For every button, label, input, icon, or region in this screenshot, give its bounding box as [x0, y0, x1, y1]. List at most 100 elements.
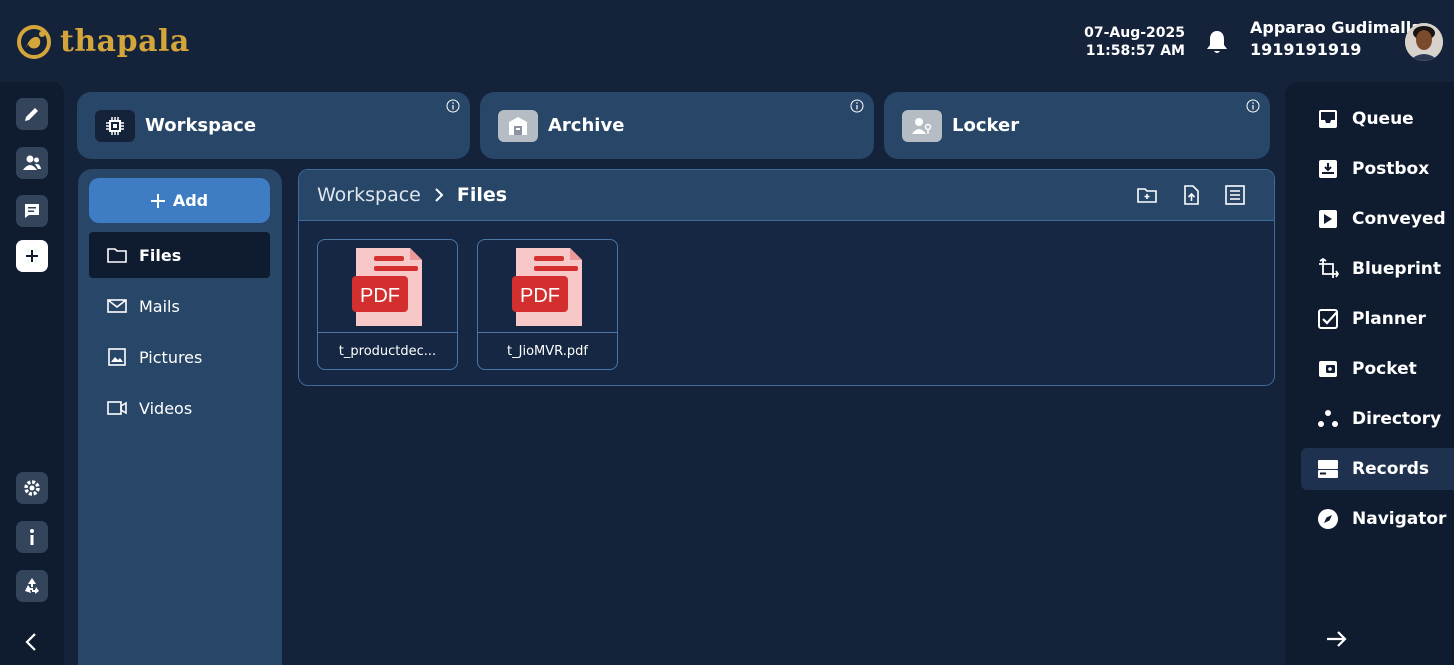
tab-archive[interactable]: Archive [480, 92, 874, 159]
image-icon [108, 348, 126, 366]
right-nav-navigator[interactable]: Navigator [1301, 498, 1454, 540]
compass-icon [1318, 509, 1338, 529]
right-nav-directory[interactable]: Directory [1301, 398, 1454, 440]
current-date: 07-Aug-2025 [1084, 25, 1185, 41]
logo-mark-icon [17, 25, 51, 59]
file-upload-icon [1184, 185, 1199, 205]
compose-button[interactable] [16, 98, 48, 130]
pdf-file-icon: PDF [352, 248, 422, 326]
chat-button[interactable] [16, 195, 48, 227]
user-name: Apparao Gudimalla [1250, 18, 1423, 37]
checkbox-icon [1318, 309, 1338, 329]
file-thumbnail: PDF [478, 240, 617, 333]
right-nav-label: Conveyed [1352, 209, 1446, 229]
info-icon [30, 529, 34, 545]
pencil-icon [25, 108, 38, 121]
tab-locker[interactable]: Locker [884, 92, 1270, 159]
nav-item-videos[interactable]: Videos [89, 385, 270, 431]
info-circle-icon[interactable] [850, 99, 864, 113]
file-name: t_JioMVR.pdf [507, 344, 588, 359]
info-circle-icon[interactable] [446, 99, 460, 113]
tab-workspace[interactable]: Workspace [77, 92, 470, 159]
user-key-icon [902, 109, 942, 142]
info-button[interactable] [16, 521, 48, 553]
files-panel: Workspace Files PDF t_productdec... PDF … [298, 169, 1275, 386]
right-nav-conveyed[interactable]: Conveyed [1301, 198, 1454, 240]
tab-label: Workspace [145, 115, 257, 136]
breadcrumb: Workspace Files [299, 170, 1274, 221]
right-nav-blueprint[interactable]: Blueprint [1301, 248, 1454, 290]
right-nav-label: Navigator [1352, 509, 1447, 529]
recycle-button[interactable] [16, 570, 48, 602]
chip-icon [95, 109, 135, 142]
directory-icon [1318, 410, 1338, 427]
file-card[interactable]: PDF t_JioMVR.pdf [477, 239, 618, 370]
list-view-button[interactable] [1224, 184, 1246, 206]
breadcrumb-root[interactable]: Workspace [317, 184, 421, 206]
contacts-button[interactable] [16, 147, 48, 179]
records-icon [1318, 460, 1338, 478]
nav-item-label: Files [139, 245, 182, 265]
avatar[interactable] [1405, 23, 1443, 61]
nav-item-label: Pictures [139, 347, 203, 367]
upload-file-button[interactable] [1180, 184, 1202, 206]
tab-label: Locker [952, 115, 1020, 136]
folder-plus-icon [1137, 188, 1157, 203]
mail-icon [107, 299, 127, 313]
breadcrumb-current: Files [456, 184, 508, 206]
chevron-right-icon [435, 188, 444, 202]
user-phone: 1919191919 [1250, 40, 1362, 59]
new-folder-button[interactable] [1136, 184, 1158, 206]
right-nav-records[interactable]: Records [1301, 448, 1454, 490]
plus-icon [150, 193, 165, 208]
nav-item-label: Videos [139, 398, 193, 418]
file-card[interactable]: PDF t_productdec... [317, 239, 458, 370]
wallet-icon [1319, 361, 1337, 377]
right-nav-pocket[interactable]: Pocket [1301, 348, 1454, 390]
right-nav-planner[interactable]: Planner [1301, 298, 1454, 340]
right-nav-queue[interactable]: Queue [1301, 98, 1454, 140]
right-nav-label: Planner [1352, 309, 1426, 329]
recycle-icon [25, 578, 39, 594]
user-info[interactable]: Apparao Gudimalla 1919191919 [1250, 17, 1422, 61]
video-icon [107, 401, 127, 415]
brand-name: thapala [60, 24, 190, 59]
info-circle-icon[interactable] [1246, 99, 1260, 113]
date-time: 07-Aug-2025 11:58:57 AM [1084, 24, 1185, 60]
workspace-nav-panel: Add Files Mails Pictures Videos [78, 169, 282, 665]
left-rail [0, 82, 64, 665]
avatar-image [1405, 23, 1443, 61]
brand-logo[interactable]: thapala [16, 24, 190, 60]
bell-icon[interactable] [1205, 29, 1229, 55]
add-button[interactable]: Add [89, 178, 270, 223]
right-nav-postbox[interactable]: Postbox [1301, 148, 1454, 190]
file-name: t_productdec... [338, 344, 437, 359]
nav-item-mails[interactable]: Mails [89, 283, 270, 329]
right-nav-label: Records [1352, 459, 1430, 479]
postbox-icon [1319, 160, 1337, 178]
new-item-button[interactable] [16, 240, 48, 272]
collapse-chevron-icon[interactable] [20, 630, 44, 654]
gear-icon [24, 480, 40, 496]
nav-item-pictures[interactable]: Pictures [89, 334, 270, 380]
list-view-icon [1225, 185, 1245, 205]
chat-icon [25, 204, 39, 218]
send-icon [1319, 210, 1337, 228]
right-nav-label: Directory [1352, 409, 1442, 429]
users-icon [23, 155, 41, 170]
expand-arrow-icon[interactable] [1325, 628, 1349, 650]
blueprint-icon [1319, 258, 1339, 278]
top-header: thapala 07-Aug-2025 11:58:57 AM Apparao … [0, 0, 1454, 82]
folder-icon [107, 248, 127, 263]
pdf-badge: PDF [520, 285, 560, 307]
file-actions [1136, 184, 1246, 206]
file-thumbnail: PDF [318, 240, 457, 333]
inbox-icon [1319, 110, 1337, 128]
right-nav-label: Pocket [1352, 359, 1417, 379]
tab-label: Archive [548, 115, 625, 136]
nav-item-files[interactable]: Files [89, 232, 270, 278]
plus-icon [26, 250, 38, 262]
settings-button[interactable] [16, 472, 48, 504]
add-label: Add [172, 191, 209, 210]
right-nav-label: Postbox [1352, 159, 1430, 179]
